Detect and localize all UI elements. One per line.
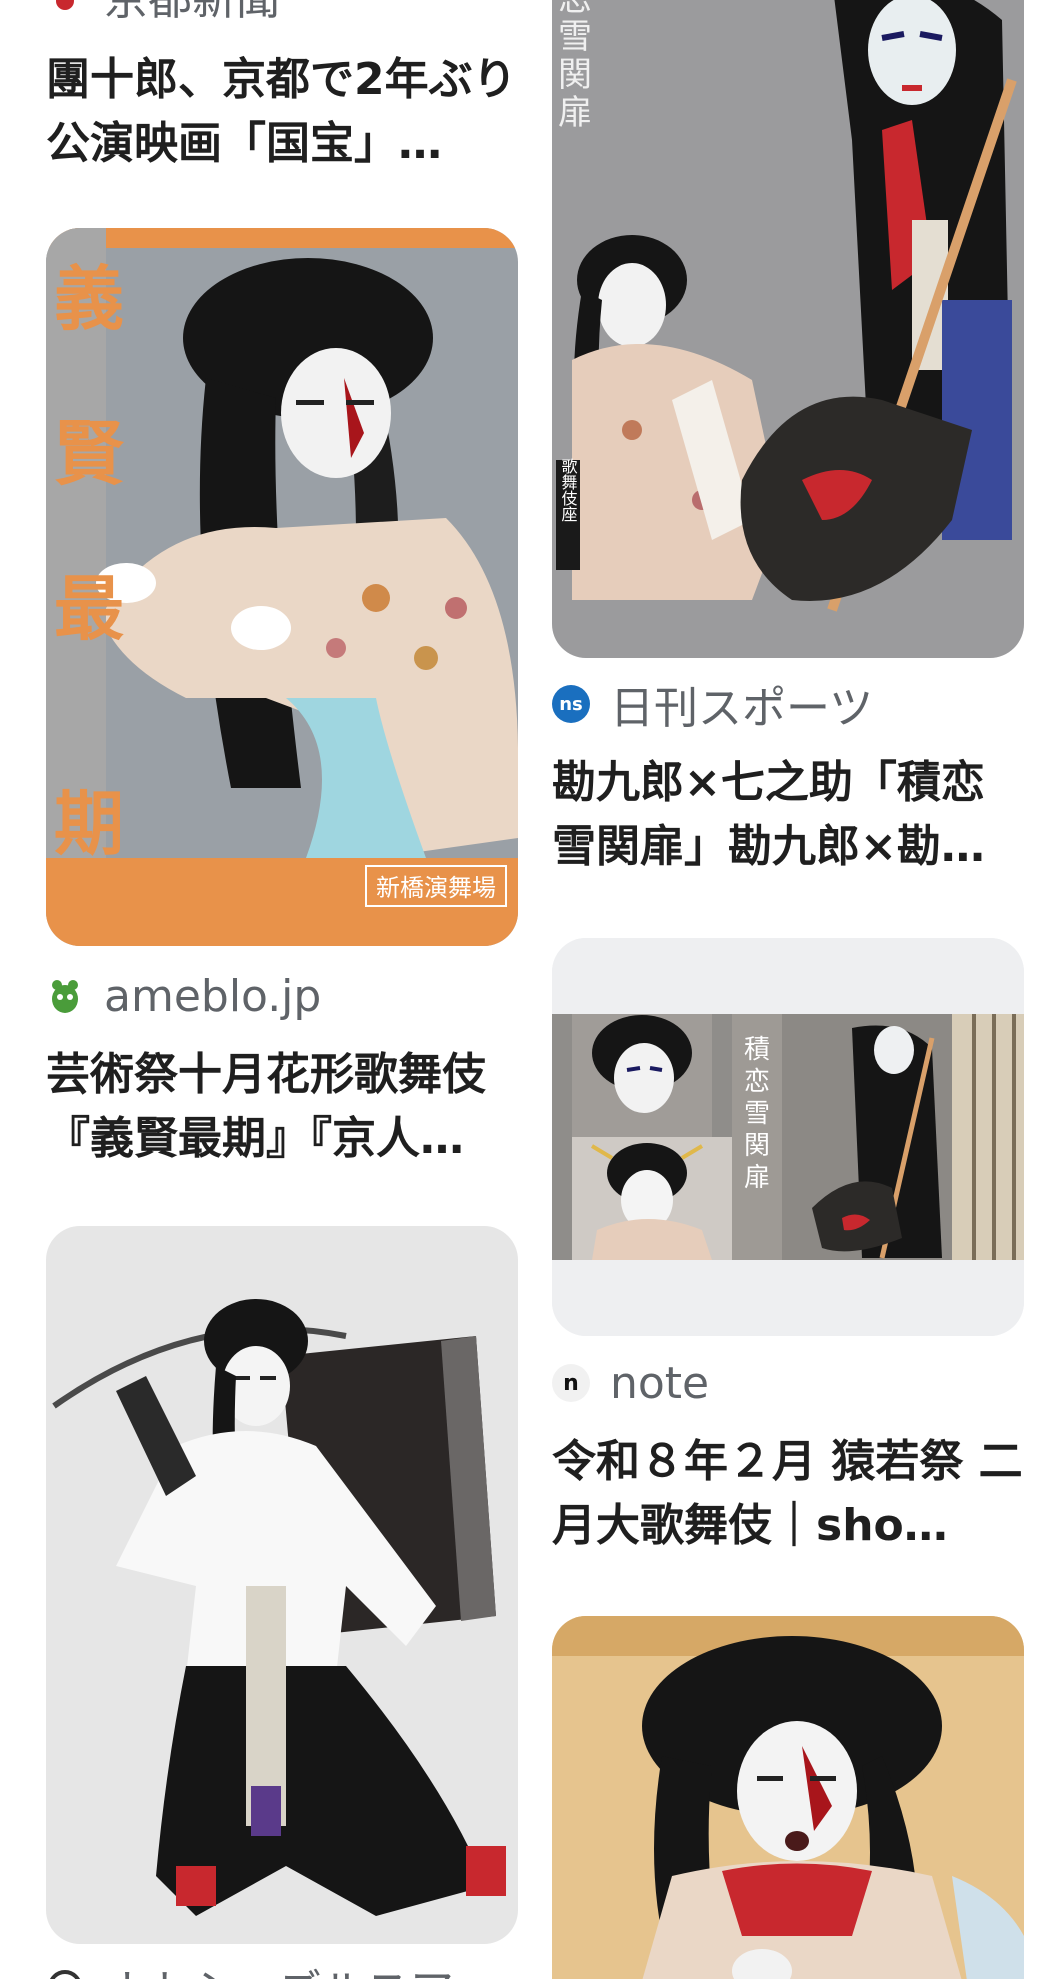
result-thumbnail[interactable]: [552, 1616, 1024, 1979]
kyoto-shimbun-favicon-icon: [46, 0, 84, 14]
poster-char-4: 期: [54, 782, 124, 865]
result-thumbnail[interactable]: 積 恋 雪 関 扉: [552, 938, 1024, 1336]
poster-char-1: 積: [744, 1035, 770, 1065]
nikkan-sports-favicon-icon: ns: [552, 685, 590, 723]
ameblo-favicon-icon: [46, 977, 84, 1015]
kabuki-poster-image: 積 恋 雪 関 扉: [552, 938, 1024, 1336]
source-name: 京都新聞: [104, 0, 280, 27]
poster-char-4: 扉: [558, 93, 592, 133]
poster-char-2: 雪: [558, 17, 592, 57]
source-row: ameblo.jp: [46, 970, 322, 1022]
poster-char-4: 関: [744, 1131, 770, 1161]
source-name: 日刊スポーツ: [610, 683, 874, 734]
site-favicon-icon: [46, 1968, 84, 1979]
result-thumbnail[interactable]: [46, 1226, 518, 1944]
favicon-text: ns: [559, 693, 583, 715]
note-favicon-icon: n: [552, 1364, 590, 1402]
result-title[interactable]: 芸術祭十月花形歌舞伎『義賢最期』『京人…: [46, 1043, 518, 1171]
kabuki-actor-image: [46, 1226, 518, 1944]
poster-char-1: 義: [54, 257, 124, 340]
source-row: n note: [552, 1357, 710, 1409]
poster-char-3: 関: [558, 55, 592, 95]
kabuki-actor-image: [552, 1616, 1024, 1979]
poster-tag: 歌舞伎座: [559, 458, 578, 522]
poster-char-2: 恋: [744, 1067, 770, 1097]
favicon-text: n: [563, 1370, 579, 1396]
source-name: note: [610, 1357, 710, 1409]
poster-char-3: 雪: [744, 1099, 770, 1129]
image-results-feed: 京都新聞 團十郎、京都で2年ぶり公演映画「国宝」…: [0, 0, 1063, 1979]
source-name: ナトシーズルスア: [104, 1955, 454, 1979]
source-row: ナトシーズルスア: [46, 1962, 454, 1979]
source-name: ameblo.jp: [104, 970, 322, 1022]
source-row: 京都新聞: [46, 0, 280, 25]
poster-char-2: 賢: [54, 412, 125, 495]
kabuki-poster-image: 義 賢 最 期 新橋演舞場: [46, 228, 518, 946]
poster-venue: 新橋演舞場: [376, 874, 496, 902]
result-title[interactable]: 勘九郎×七之助「積恋雪関扉」勘九郎×勘…: [552, 751, 1024, 879]
kabuki-poster-image: 恋 雪 関 扉 歌舞伎座: [552, 0, 1024, 658]
result-title[interactable]: 令和８年２月 猿若祭 二月大歌舞伎｜sho…: [552, 1430, 1024, 1558]
result-thumbnail[interactable]: 恋 雪 関 扉 歌舞伎座: [552, 0, 1024, 658]
poster-char-3: 最: [54, 567, 124, 650]
source-row: ns 日刊スポーツ: [552, 679, 873, 734]
result-thumbnail[interactable]: 義 賢 最 期 新橋演舞場: [46, 228, 518, 946]
poster-char-5: 扉: [744, 1163, 770, 1193]
result-title[interactable]: 團十郎、京都で2年ぶり公演映画「国宝」…: [46, 48, 518, 176]
